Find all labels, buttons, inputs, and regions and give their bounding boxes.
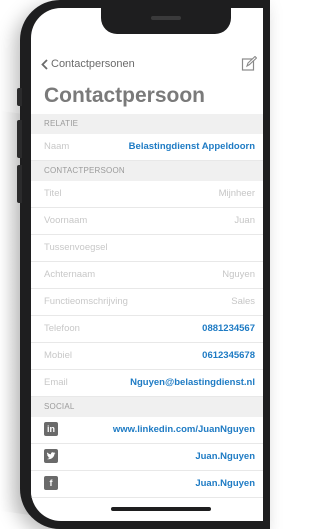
phone-screen: Contactpersonen Contactpersoon RELATIE N… xyxy=(31,8,263,521)
field-value[interactable]: Nguyen@belastingdienst.nl xyxy=(130,377,255,388)
field-value: Belastingdienst Appeldoorn xyxy=(128,141,255,152)
section-header-contactpersoon: CONTACTPERSOON xyxy=(31,161,263,181)
edit-button[interactable] xyxy=(241,55,258,77)
field-telefoon[interactable]: Telefoon 0881234567 xyxy=(31,316,263,343)
field-label: Functieomschrijving xyxy=(44,296,128,307)
mute-switch xyxy=(17,88,22,106)
section-header-social: SOCIAL xyxy=(31,397,263,417)
field-achternaam[interactable]: Achternaam Nguyen xyxy=(31,262,263,289)
social-value[interactable]: Juan.Nguyen xyxy=(195,451,255,462)
back-label: Contactpersonen xyxy=(51,58,135,70)
field-label: Voornaam xyxy=(44,215,88,226)
social-facebook[interactable]: f Juan.Nguyen xyxy=(31,471,263,498)
field-mobiel[interactable]: Mobiel 0612345678 xyxy=(31,343,263,370)
field-label: Telefoon xyxy=(44,323,80,334)
social-twitter[interactable]: Juan.Nguyen xyxy=(31,444,263,471)
field-value: Juan xyxy=(234,215,255,226)
twitter-bird-shape xyxy=(46,452,56,460)
field-value[interactable]: 0881234567 xyxy=(202,323,255,334)
field-functieomschrijving[interactable]: Functieomschrijving Sales xyxy=(31,289,263,316)
field-tussenvoegsel[interactable]: Tussenvoegsel xyxy=(31,235,263,262)
facebook-icon: f xyxy=(44,476,58,490)
twitter-icon xyxy=(44,449,58,463)
chevron-left-icon xyxy=(41,58,48,70)
field-titel[interactable]: Titel Mijnheer xyxy=(31,181,263,208)
field-label: Email xyxy=(44,377,68,388)
social-value[interactable]: Juan.Nguyen xyxy=(195,478,255,489)
section-header-relatie: RELATIE xyxy=(31,114,263,134)
page-title: Contactpersoon xyxy=(44,84,206,107)
back-button[interactable]: Contactpersonen xyxy=(41,58,135,70)
social-value[interactable]: www.linkedin.com/JuanNguyen xyxy=(113,424,255,435)
field-label: Naam xyxy=(44,141,70,152)
field-voornaam[interactable]: Voornaam Juan xyxy=(31,208,263,235)
field-naam[interactable]: Naam Belastingdienst Appeldoorn xyxy=(31,134,263,161)
field-label: Tussenvoegsel xyxy=(44,242,108,253)
field-label: Mobiel xyxy=(44,350,72,361)
home-indicator[interactable] xyxy=(111,507,211,511)
edit-icon xyxy=(241,55,258,71)
field-value: Sales xyxy=(231,296,255,307)
field-email[interactable]: Email Nguyen@belastingdienst.nl xyxy=(31,370,263,397)
field-label: Achternaam xyxy=(44,269,96,280)
field-value[interactable]: 0612345678 xyxy=(202,350,255,361)
navigation-bar: Contactpersonen xyxy=(31,55,263,80)
social-linkedin[interactable]: in www.linkedin.com/JuanNguyen xyxy=(31,417,263,444)
volume-down-button xyxy=(17,165,22,203)
field-value: Nguyen xyxy=(222,269,255,280)
field-value: Mijnheer xyxy=(218,188,255,199)
field-label: Titel xyxy=(44,188,62,199)
volume-up-button xyxy=(17,120,22,158)
notch xyxy=(101,8,231,34)
linkedin-icon: in xyxy=(44,422,58,436)
speaker xyxy=(151,16,181,20)
